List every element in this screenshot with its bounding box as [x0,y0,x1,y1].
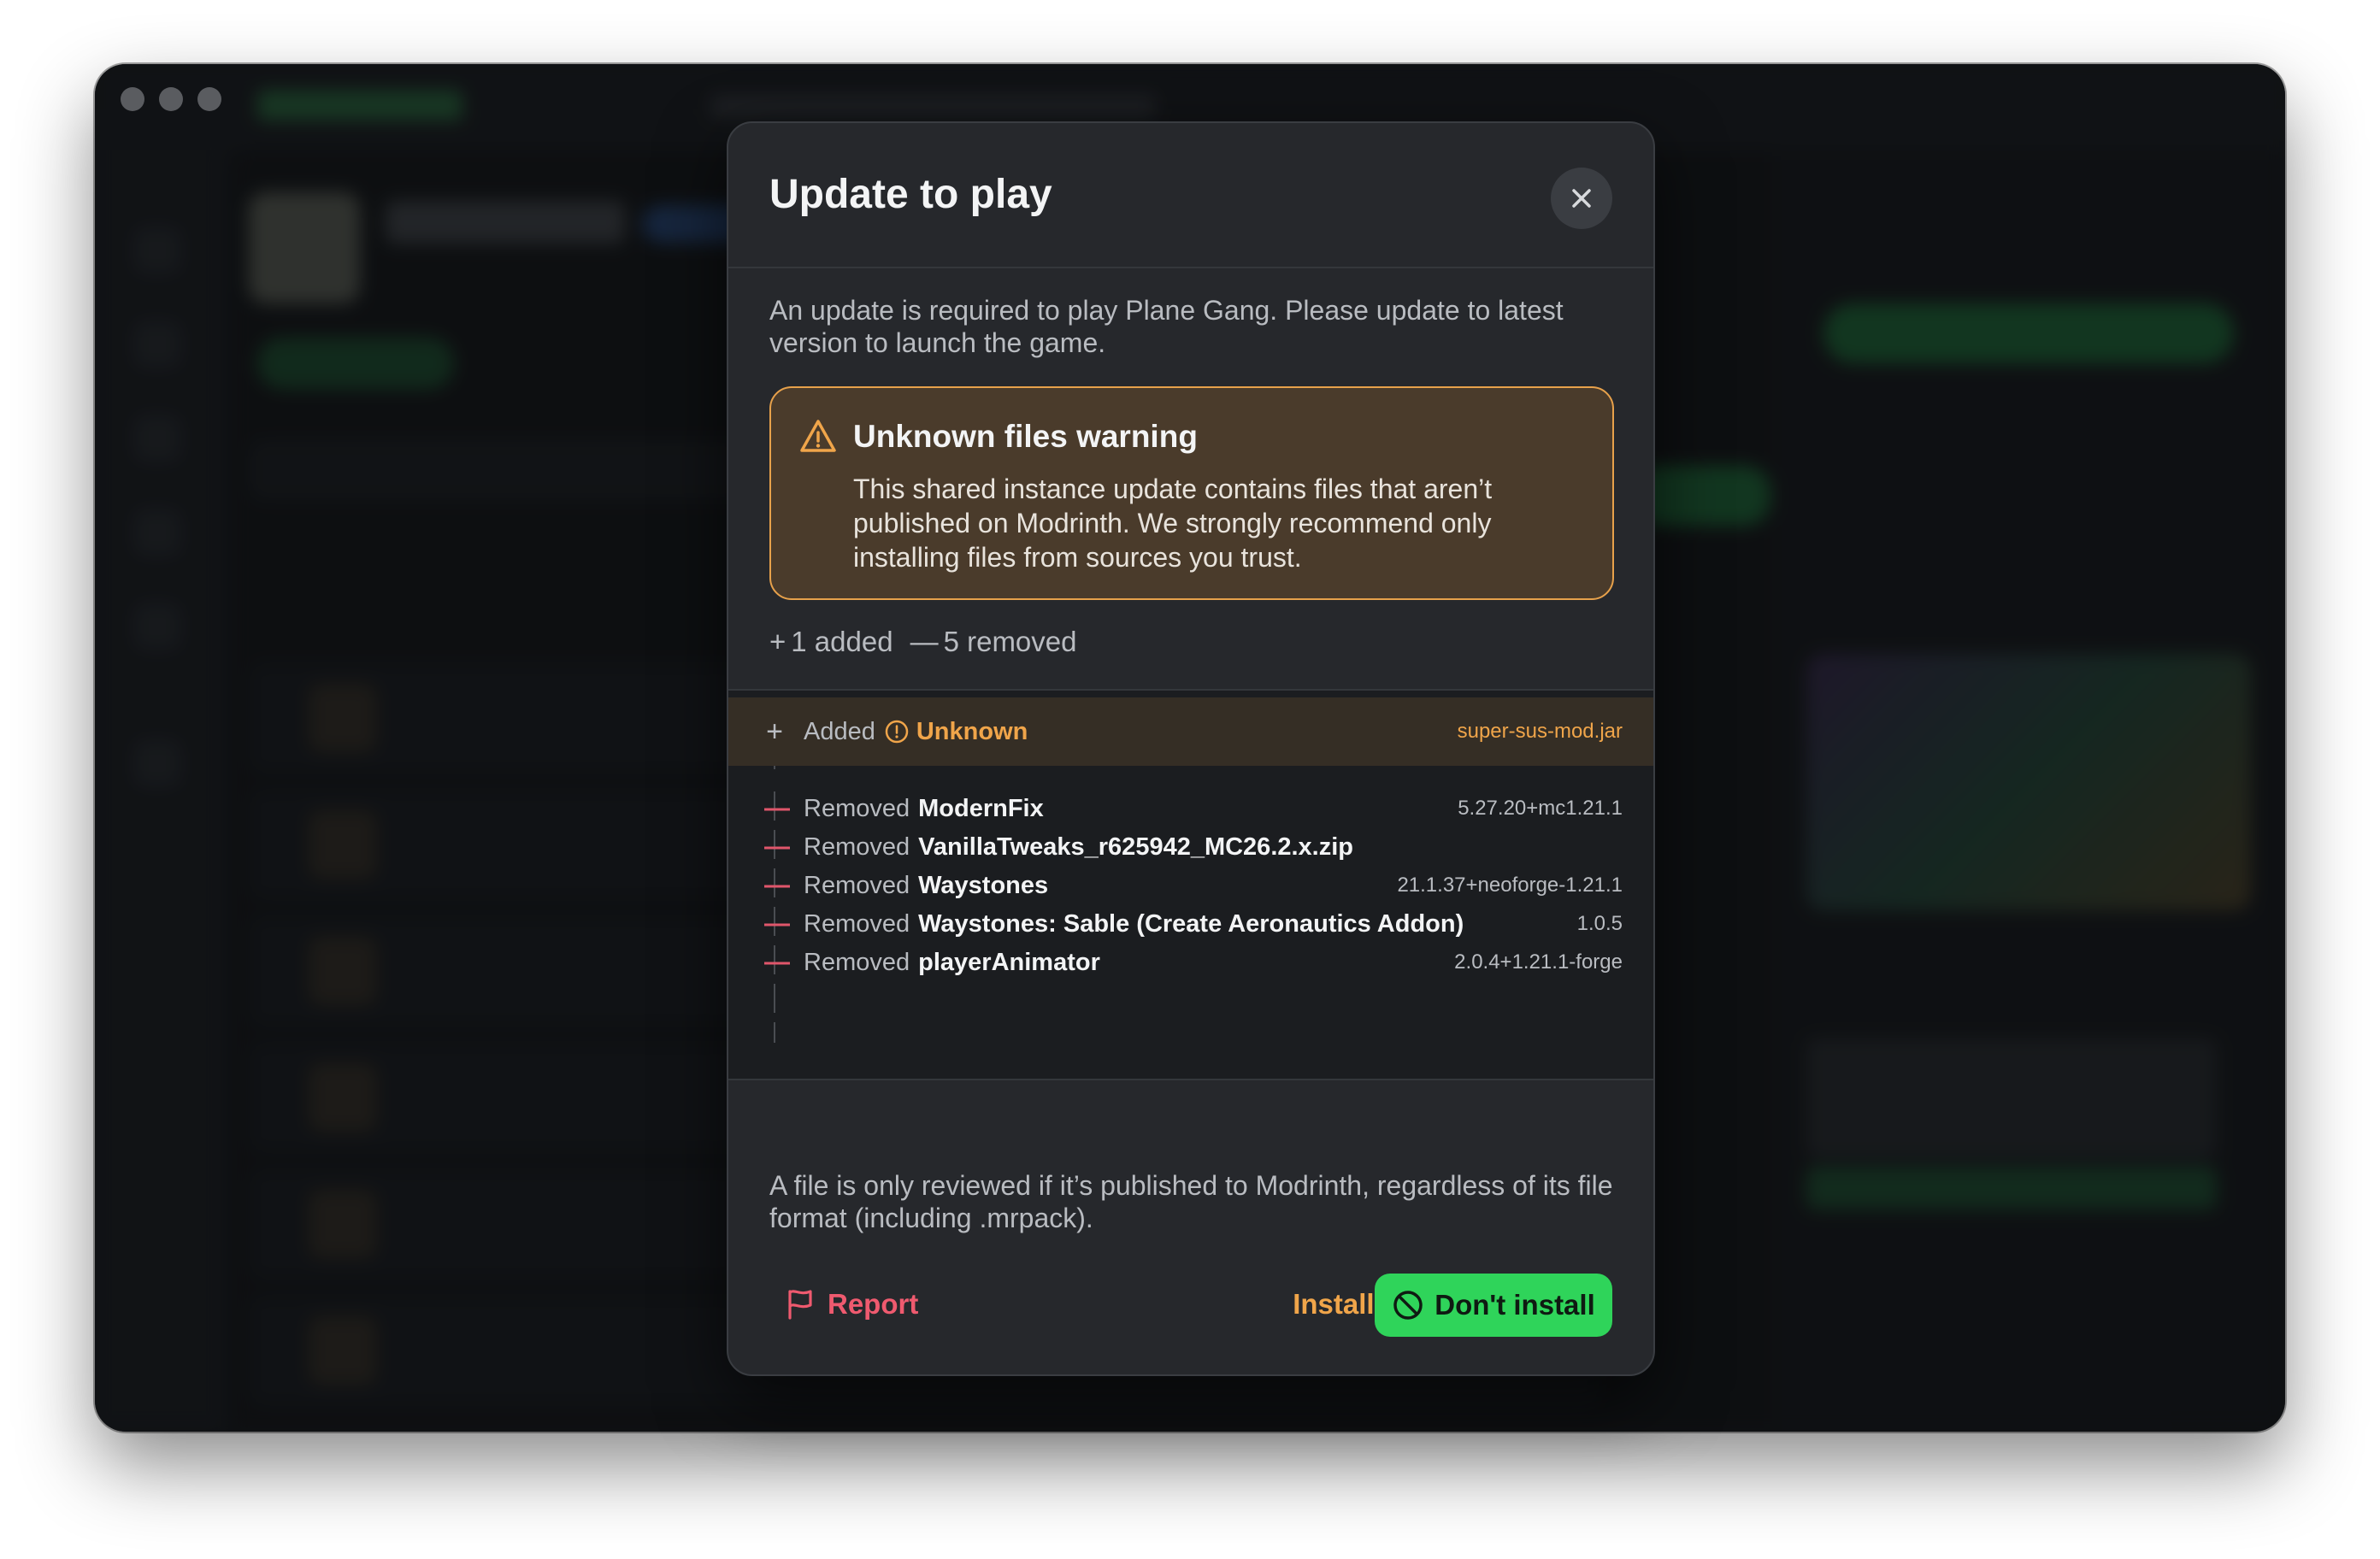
warning-title: Unknown files warning [853,419,1198,454]
change-row-added: + Added Unknown super-sus-mod.jar [728,697,1653,766]
review-footnote: A file is only reviewed if it’s publishe… [769,1170,1613,1233]
warning-body: This shared instance update contains fil… [853,474,1493,573]
close-icon [1572,189,1591,208]
minimize-window-button[interactable] [159,87,183,111]
removed-count: 5 removed [943,626,1077,657]
change-row-removed: — Removed playerAnimator 2.0.4+1.21.1-for… [728,928,1653,997]
dont-install-button[interactable]: Don't install [1375,1274,1612,1337]
report-button[interactable]: Report [785,1279,918,1330]
modal-title: Update to play [769,172,1052,217]
ban-icon [1393,1291,1423,1320]
warning-triangle-icon [800,420,836,452]
close-button[interactable] [1551,168,1612,229]
maximize-window-button[interactable] [197,87,221,111]
modal-header: Update to play [728,123,1653,268]
changes-list: + Added Unknown super-sus-mod.jar — Remo… [728,689,1653,1080]
change-counts: +1 added —5 removed [769,626,1077,658]
minus-icon: — [910,626,939,657]
change-name: Unknown [916,717,1028,745]
plus-icon: + [766,715,783,748]
change-action: Removed [804,948,910,976]
change-name: playerAnimator [918,948,1100,976]
added-count: 1 added [791,626,893,657]
modal-description: An update is required to play Plane Gang… [769,295,1564,358]
change-version: 2.0.4+1.21.1-forge [1454,950,1623,974]
update-modal: Update to play An update is required to … [727,121,1655,1376]
window-controls [121,87,221,111]
change-version: super-sus-mod.jar [1457,720,1623,743]
report-label: Report [828,1288,919,1320]
dont-install-label: Don't install [1434,1289,1595,1321]
plus-icon: + [769,626,786,657]
change-action: Added [804,717,875,745]
minus-icon: — [764,948,790,976]
unknown-label: Unknown [884,718,1028,746]
flag-icon [788,1290,812,1320]
close-window-button[interactable] [121,87,144,111]
alert-circle-icon [885,720,909,744]
unknown-files-warning: Unknown files warning This shared instan… [769,386,1614,600]
